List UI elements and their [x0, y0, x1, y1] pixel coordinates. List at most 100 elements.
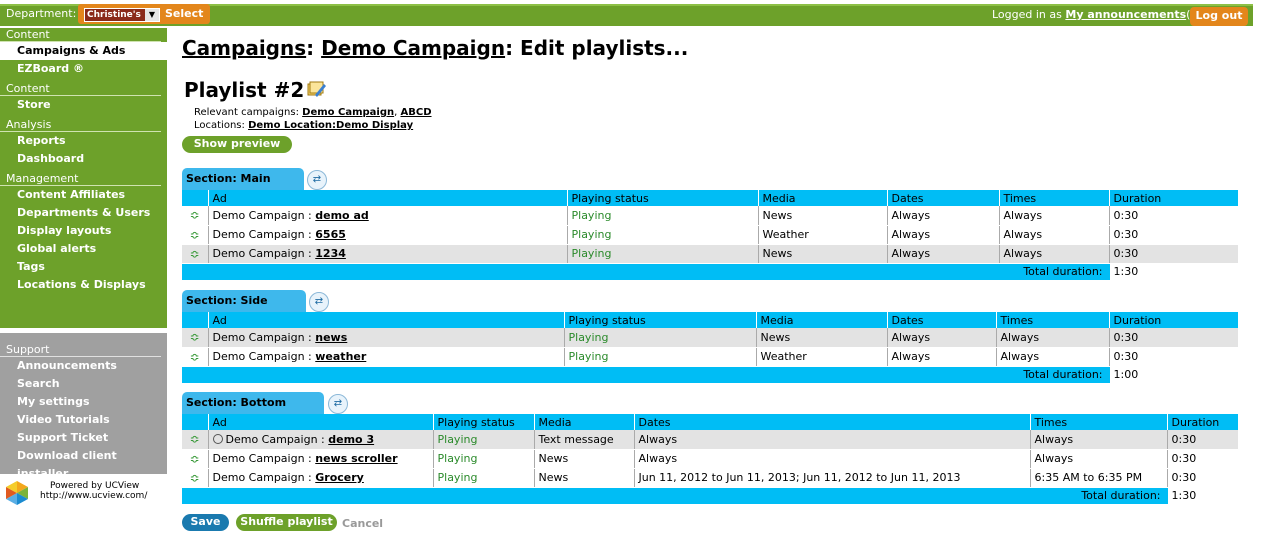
sidebar-section-content: Content [0, 28, 161, 42]
my-announcements-link[interactable]: My announcements [1065, 8, 1186, 21]
shuffle-playlist-button[interactable]: Shuffle playlist [236, 514, 337, 531]
total-row: Total duration: 1:30 [182, 487, 1238, 505]
logged-in-prefix: Logged in as [992, 8, 1062, 21]
column-header-times: Times [1029, 414, 1167, 430]
sidebar-item-tags[interactable]: Tags [0, 258, 167, 276]
table-row: ≎ Demo Campaign : Grocery Playing News J… [182, 468, 1238, 488]
ad-link[interactable]: 6565 [315, 228, 346, 241]
status-cell: Playing [432, 430, 534, 450]
drag-handle-icon[interactable]: ≎ [182, 449, 208, 469]
playlist-meta: Relevant campaigns: Demo Campaign, ABCD … [194, 107, 432, 131]
sidebar-item-locations-displays[interactable]: Locations & Displays [0, 276, 167, 294]
show-preview-button[interactable]: Show preview [182, 136, 292, 153]
status-cell: Playing [432, 449, 534, 469]
sidebar-item-store[interactable]: Store [0, 96, 167, 114]
status-cell: Playing [563, 328, 756, 348]
drag-handle-icon[interactable]: ≎ [182, 430, 208, 450]
top-bar: Department: Christine's ▼ Select Logged … [0, 0, 1253, 30]
breadcrumb-demo-campaign[interactable]: Demo Campaign [321, 36, 505, 60]
column-header-dates: Dates [886, 190, 999, 206]
table-row: ≎ Demo Campaign : demo ad Playing News A… [182, 206, 1238, 226]
drag-handle-icon[interactable]: ≎ [182, 468, 208, 488]
ad-link[interactable]: news [315, 331, 347, 344]
save-button[interactable]: Save [182, 514, 229, 531]
sidebar-item-search[interactable]: Search [0, 375, 167, 393]
column-header-dates: Dates [886, 312, 996, 328]
sidebar-section-management: Management [0, 172, 161, 186]
status-cell: Playing [566, 225, 758, 245]
total-duration-label: Total duration: [182, 263, 1109, 281]
status-cell: Playing [566, 206, 758, 226]
total-duration-value: 1:30 [1108, 263, 1238, 281]
ad-link[interactable]: news scroller [315, 452, 397, 465]
select-department-button[interactable]: Select [165, 7, 203, 20]
status-cell: Playing [563, 347, 756, 367]
column-header-media: Media [755, 312, 887, 328]
sidebar-item-reports[interactable]: Reports [0, 132, 167, 150]
drag-handle-icon[interactable]: ≎ [182, 347, 208, 367]
column-header-ad: Ad [207, 414, 433, 430]
table-row: ≎ Demo Campaign : demo 3 Playing Text me… [182, 430, 1238, 450]
column-header-media: Media [757, 190, 887, 206]
total-row: Total duration: 1:00 [182, 366, 1238, 384]
relevant-campaign-link[interactable]: ABCD [401, 107, 432, 118]
locations-label: Locations: [194, 120, 245, 131]
column-header-duration: Duration [1108, 190, 1238, 206]
sidebar-item-ezboard[interactable]: EZBoard ® [0, 60, 167, 78]
column-header-status: Playing status [566, 190, 758, 206]
section-tab-bottom-banner: Section: Bottom Banner [182, 392, 324, 431]
ad-link[interactable]: weather [315, 350, 366, 363]
ad-link[interactable]: Grocery [315, 471, 364, 484]
table-row: ≎ Demo Campaign : weather Playing Weathe… [182, 347, 1238, 367]
column-header-status: Playing status [563, 312, 756, 328]
drag-handle-icon[interactable]: ≎ [182, 225, 208, 245]
shuffle-section-icon[interactable]: ⇄ [328, 394, 348, 414]
relevant-campaign-link[interactable]: Demo Campaign [302, 107, 394, 118]
total-duration-value: 1:30 [1166, 487, 1238, 505]
sidebar-item-departments-users[interactable]: Departments & Users [0, 204, 167, 222]
shuffle-section-icon[interactable]: ⇄ [307, 170, 327, 190]
sidebar-item-global-alerts[interactable]: Global alerts [0, 240, 167, 258]
sidebar-section-support: Support [0, 343, 161, 357]
ad-link[interactable]: demo ad [315, 209, 368, 222]
drag-handle-icon[interactable]: ≎ [182, 328, 208, 348]
sidebar-item-video-tutorials[interactable]: Video Tutorials [0, 411, 167, 429]
ad-link[interactable]: 1234 [315, 247, 346, 260]
sidebar-item-campaigns-ads[interactable]: Campaigns & Ads [0, 42, 167, 60]
breadcrumb-campaigns[interactable]: Campaigns [182, 36, 306, 60]
status-cell: Playing [566, 244, 758, 264]
total-duration-value: 1:00 [1108, 366, 1238, 384]
total-duration-label: Total duration: [182, 366, 1109, 384]
sidebar-item-my-settings[interactable]: My settings [0, 393, 167, 411]
column-header-times: Times [995, 312, 1109, 328]
support-sidebar: Support Announcements Search My settings… [0, 333, 167, 480]
powered-by-url[interactable]: http://www.ucview.com/ [40, 491, 147, 501]
chevron-down-icon[interactable]: ▼ [145, 9, 159, 21]
sidebar-item-dashboard[interactable]: Dashboard [0, 150, 167, 168]
playlist-title: Playlist #2 [184, 78, 305, 102]
logout-button[interactable]: Log out [1190, 7, 1248, 26]
edit-playlist-icon[interactable] [306, 80, 326, 98]
sidebar-item-announcements[interactable]: Announcements [0, 357, 167, 375]
ad-link[interactable]: demo 3 [328, 433, 374, 446]
side-banner-table: Ad Playing status Media Dates Times Dura… [182, 312, 1238, 384]
sidebar-item-support-ticket[interactable]: Support Ticket [0, 429, 167, 447]
department-dropdown[interactable]: Christine's ▼ [84, 8, 160, 22]
drag-handle-icon[interactable]: ≎ [182, 206, 208, 226]
table-row: ≎ Demo Campaign : news Playing News Alwa… [182, 328, 1238, 348]
location-link[interactable]: Demo Location:Demo Display [248, 120, 413, 131]
sidebar-item-download-client[interactable]: Download client installer [0, 447, 167, 480]
shuffle-section-icon[interactable]: ⇄ [309, 292, 329, 312]
column-header-ad: Ad [207, 312, 564, 328]
section-tab-main-media: Section: Main Media [182, 168, 304, 207]
table-row: ≎ Demo Campaign : news scroller Playing … [182, 449, 1238, 469]
column-header-duration: Duration [1166, 414, 1238, 430]
bottom-banner-table: Ad Playing status Media Dates Times Dura… [182, 414, 1238, 505]
sidebar-item-content-affiliates[interactable]: Content Affiliates [0, 186, 167, 204]
drag-handle-icon[interactable]: ≎ [182, 244, 208, 264]
cancel-button[interactable]: Cancel [342, 517, 383, 530]
department-dropdown-value: Christine's [87, 10, 141, 20]
column-header-times: Times [998, 190, 1109, 206]
sidebar-item-display-layouts[interactable]: Display layouts [0, 222, 167, 240]
column-header-duration: Duration [1108, 312, 1238, 328]
